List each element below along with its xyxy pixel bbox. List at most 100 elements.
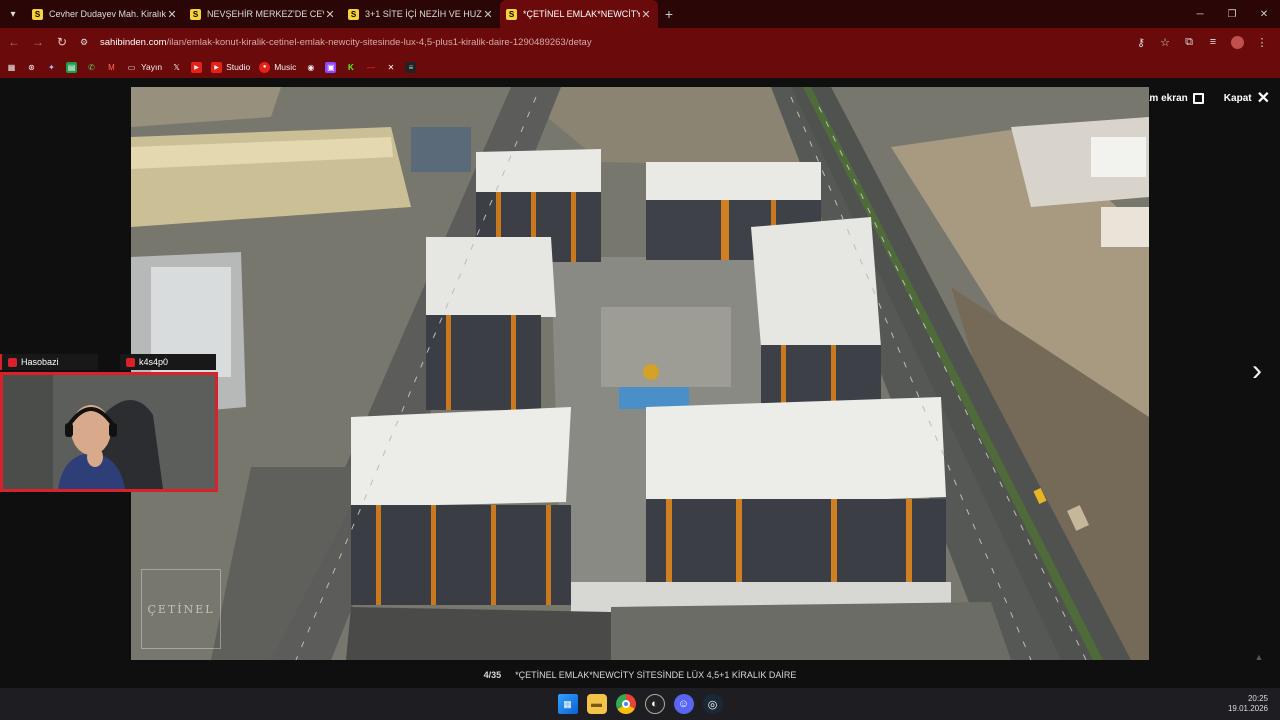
browser-tab-3[interactable]: S 3+1 SİTE İÇİ NEZİH VE HUZURL ✕	[342, 0, 500, 28]
browser-toolbar: ← → ↻ ⚙ sahibinden.com/ilan/emlak-konut-…	[0, 28, 1280, 56]
apps-grid-bookmark[interactable]: ▦	[6, 62, 17, 73]
steam-icon[interactable]: ◎	[702, 694, 723, 714]
scroll-to-top-icon[interactable]: ▲	[1250, 650, 1268, 664]
apps-grid-icon: ▦	[7, 62, 16, 72]
extensions-puzzle-icon[interactable]: ⧉	[1177, 28, 1201, 56]
youtube-mini-icon	[8, 357, 17, 367]
twitch-icon: ▣	[325, 61, 337, 73]
reload-icon[interactable]: ↻	[50, 28, 74, 56]
profile-avatar[interactable]	[1231, 35, 1244, 49]
chrome-icon[interactable]	[615, 694, 636, 714]
browser-tab-1[interactable]: S Cevher Dudayev Mah. Kiralık Da ✕	[26, 0, 184, 28]
sheets-icon: ▤	[66, 61, 77, 73]
stream-name-tags: Hasobazi k4s4p0	[0, 354, 216, 370]
window-close-icon[interactable]: ✕	[1248, 0, 1280, 28]
stack-icon: ≡	[405, 61, 417, 73]
toolbar-actions: ⚷ ☆ ⧉ ≡ ⋮	[1129, 28, 1274, 56]
close-button[interactable]: Kapat ✕	[1224, 88, 1270, 108]
youtube-mini-icon	[126, 357, 135, 367]
bookmark-whatsapp[interactable]: ✆	[86, 62, 97, 73]
sahibinden-favicon-icon: S	[32, 8, 43, 20]
sahibinden-favicon-icon: S	[190, 8, 201, 20]
bookmark-label: Studio	[226, 62, 251, 72]
chatgpt-icon: ⊛	[28, 62, 35, 72]
bookmark-folder-yayin[interactable]: ▭ Yayın	[126, 62, 162, 73]
url-path: /ilan/emlak-konut-kiralik-cetinel-emlak-…	[166, 36, 592, 48]
system-clock[interactable]: 20:25 19.01.2026	[1228, 694, 1268, 714]
tab-search-chevron-icon[interactable]: ▾	[0, 0, 26, 28]
bookmark-youtube[interactable]: ▶	[191, 61, 203, 73]
sahibinden-favicon-icon: S	[348, 8, 359, 20]
tab-close-icon[interactable]: ✕	[482, 8, 494, 21]
youtube-studio-icon: ▶	[211, 61, 223, 73]
close-icon: ✕	[1256, 90, 1270, 107]
bookmark-stack[interactable]: ≡	[405, 61, 417, 73]
sahibinden-favicon-icon: S	[506, 8, 517, 20]
tab-title: NEVŞEHİR MERKEZ'DE CEVHER	[207, 9, 324, 19]
tab-close-icon[interactable]: ✕	[166, 8, 178, 21]
address-bar[interactable]: ⚙ sahibinden.com/ilan/emlak-konut-kirali…	[80, 32, 1160, 52]
webcam-person-illustration	[3, 375, 215, 489]
clock-date: 19.01.2026	[1227, 704, 1268, 713]
bookmark-label: Yayın	[141, 62, 163, 72]
kick-icon: K	[348, 62, 354, 72]
bookmark-gemini[interactable]: ✦	[46, 62, 57, 73]
bookmark-capcut[interactable]: ✕	[385, 62, 396, 73]
tab-close-icon[interactable]: ✕	[324, 8, 336, 21]
password-key-icon[interactable]: ⚷	[1129, 28, 1153, 56]
red-dash-icon: ―	[366, 62, 375, 72]
bookmark-red-line[interactable]: ―	[365, 62, 376, 73]
bookmark-music[interactable]: ● Music	[259, 61, 296, 73]
youtube-icon: ▶	[191, 61, 203, 73]
listing-photo[interactable]: ÇETİNEL	[131, 87, 1149, 660]
bookmark-sheets[interactable]: ▤	[66, 61, 77, 73]
media-control-icon[interactable]: ≡	[1201, 28, 1225, 56]
file-explorer-icon[interactable]: ▬	[586, 694, 607, 714]
fullscreen-icon	[1192, 92, 1204, 104]
new-tab-plus-icon[interactable]: +	[658, 6, 680, 22]
browser-tab-4-active[interactable]: S *ÇETİNEL EMLAK*NEWCİTY Sİ ✕	[500, 0, 658, 28]
forward-arrow-icon[interactable]: →	[26, 28, 50, 56]
bookmark-github[interactable]: ◉	[305, 62, 316, 73]
bookmarks-bar: ▦ ⊛ ✦ ▤ ✆ M ▭ Yayın 𝕏 ▶ ▶ Studio ● Music ◉ …	[0, 56, 1280, 78]
bookmark-chatgpt[interactable]: ⊛	[26, 62, 37, 73]
photo-counter: 4/35	[483, 670, 502, 680]
webcam-feed	[0, 372, 218, 492]
aerial-photo-illustration	[131, 87, 1149, 660]
gmail-icon: M	[108, 62, 115, 72]
agency-watermark-logo: ÇETİNEL	[141, 569, 221, 649]
bookmark-kick[interactable]: K	[345, 62, 356, 73]
streamer-name-secondary: k4s4p0	[139, 357, 169, 367]
listing-title: *ÇETİNEL EMLAK*NEWCİTY SİTESİNDE LÜX 4,5…	[515, 670, 797, 680]
streamer-tag-secondary: k4s4p0	[120, 354, 216, 370]
tab-close-icon[interactable]: ✕	[640, 8, 652, 21]
bookmark-twitch[interactable]: ▣	[325, 61, 337, 73]
browser-menu-icon[interactable]: ⋮	[1250, 28, 1274, 56]
window-controls: ─ ❐ ✕	[1184, 0, 1280, 28]
restore-icon[interactable]: ❐	[1216, 0, 1248, 28]
back-arrow-icon[interactable]: ←	[2, 28, 26, 56]
streamer-name: Hasobazi	[21, 357, 59, 367]
photo-caption: 4/35 *ÇETİNEL EMLAK*NEWCİTY SİTESİNDE LÜ…	[0, 670, 1280, 680]
bookmark-gmail[interactable]: M	[106, 62, 117, 73]
tab-strip: ▾ S Cevher Dudayev Mah. Kiralık Da ✕ S N…	[0, 0, 1280, 28]
close-label: Kapat	[1223, 92, 1252, 104]
bookmark-studio[interactable]: ▶ Studio	[211, 61, 251, 73]
next-photo-chevron-right-icon[interactable]: ›	[1246, 353, 1268, 389]
windows-taskbar: ▦ ▬ ◐ ☺ ◎ 20:25 19.01.2026	[0, 688, 1280, 720]
windows-start-icon[interactable]: ▦	[557, 694, 578, 714]
bookmark-x[interactable]: 𝕏	[171, 62, 182, 73]
clock-time: 20:25	[1247, 694, 1268, 703]
site-info-icon[interactable]: ⚙	[80, 37, 94, 48]
bookmark-star-icon[interactable]: ☆	[1153, 28, 1177, 56]
discord-icon[interactable]: ☺	[673, 694, 694, 714]
streamer-tag: Hasobazi	[0, 354, 98, 370]
browser-tab-2[interactable]: S NEVŞEHİR MERKEZ'DE CEVHER ✕	[184, 0, 342, 28]
minimize-icon[interactable]: ─	[1184, 0, 1216, 28]
obs-studio-icon[interactable]: ◐	[644, 694, 665, 714]
capcut-icon: ✕	[387, 62, 395, 72]
github-icon: ◉	[307, 62, 315, 72]
music-icon: ●	[259, 61, 271, 73]
tab-title: Cevher Dudayev Mah. Kiralık Da	[49, 9, 166, 19]
url-host: sahibinden.com	[100, 36, 167, 48]
